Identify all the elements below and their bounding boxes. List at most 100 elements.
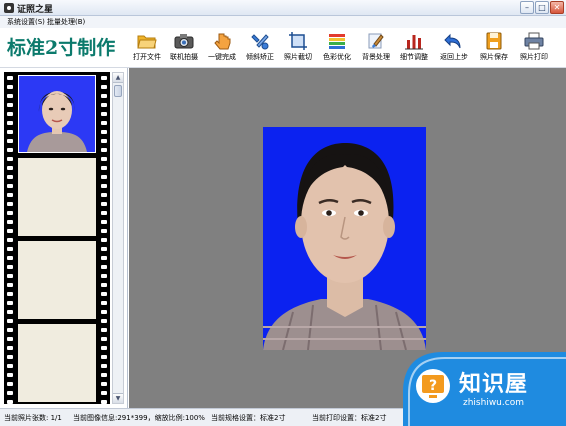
title-bar: 证照之星 – □ ✕ bbox=[0, 0, 566, 16]
film-sprocket-hole bbox=[7, 265, 13, 269]
film-sprocket-hole bbox=[7, 85, 13, 89]
film-sprocket-hole bbox=[7, 157, 13, 161]
film-sprocket-hole bbox=[7, 256, 13, 260]
film-sprocket-hole bbox=[101, 265, 107, 269]
film-sprocket-hole bbox=[7, 364, 13, 368]
print-photo-button[interactable]: 照片打印 bbox=[514, 32, 554, 64]
scroll-thumb[interactable] bbox=[114, 85, 122, 97]
film-sprocket-hole bbox=[7, 103, 13, 107]
film-sprocket-hole bbox=[7, 382, 13, 386]
empty-frame[interactable] bbox=[18, 324, 96, 402]
undo-button[interactable]: 返回上步 bbox=[434, 32, 474, 64]
film-sprocket-hole bbox=[7, 184, 13, 188]
film-sprocket-hole bbox=[7, 229, 13, 233]
background-process-button[interactable]: 背景处理 bbox=[356, 32, 396, 64]
film-sprocket-hole bbox=[101, 148, 107, 152]
film-sprocket-hole bbox=[101, 211, 107, 215]
film-sprocket-hole bbox=[7, 355, 13, 359]
camera-icon bbox=[174, 34, 194, 49]
film-sprocket-hole bbox=[101, 373, 107, 377]
scroll-down-arrow-icon[interactable]: ▼ bbox=[113, 393, 123, 403]
film-sprocket-hole bbox=[7, 292, 13, 296]
film-sprocket-hole bbox=[7, 193, 13, 197]
empty-frame[interactable] bbox=[18, 158, 96, 236]
film-sprocket-hole bbox=[101, 274, 107, 278]
printer-icon bbox=[524, 32, 544, 50]
empty-frame[interactable] bbox=[18, 241, 96, 319]
online-shoot-label: 联机拍摄 bbox=[170, 53, 198, 61]
film-sprocket-hole bbox=[7, 238, 13, 242]
film-sprocket-hole bbox=[101, 328, 107, 332]
thumbnail-portrait bbox=[27, 91, 87, 152]
color-optimize-label: 色彩优化 bbox=[323, 53, 351, 61]
thumbnail-scrollbar[interactable]: ▲ ▼ bbox=[112, 72, 124, 404]
tilt-correct-button[interactable]: 倾斜矫正 bbox=[240, 32, 280, 64]
film-sprocket-hole bbox=[101, 346, 107, 350]
page-title: 标准2寸制作 bbox=[7, 37, 116, 59]
film-sprocket-hole bbox=[101, 85, 107, 89]
film-sprocket-hole bbox=[101, 112, 107, 116]
film-sprocket-hole bbox=[7, 130, 13, 134]
window-controls: – □ ✕ bbox=[520, 1, 564, 14]
film-sprocket-hole bbox=[7, 283, 13, 287]
crop-button[interactable]: 照片截切 bbox=[278, 32, 318, 64]
svg-text:?: ? bbox=[429, 378, 437, 394]
film-sprocket-hole bbox=[101, 292, 107, 296]
film-sprocket-hole bbox=[101, 301, 107, 305]
online-shoot-button[interactable]: 联机拍摄 bbox=[164, 32, 204, 64]
detail-adjust-button[interactable]: 细节调整 bbox=[394, 32, 434, 64]
site-watermark: ? 知识屋 zhishiwu.com bbox=[403, 352, 566, 426]
film-sprocket-hole bbox=[101, 337, 107, 341]
photo-thumbnail[interactable] bbox=[18, 75, 96, 153]
color-optimize-button[interactable]: 色彩优化 bbox=[317, 32, 357, 64]
spec-setting-status: 当前规格设置：标准2寸 bbox=[211, 414, 286, 422]
film-sprocket-hole bbox=[7, 346, 13, 350]
scroll-up-arrow-icon[interactable]: ▲ bbox=[113, 73, 123, 83]
film-sprocket-hole bbox=[101, 238, 107, 242]
film-sprocket-hole bbox=[101, 382, 107, 386]
open-file-button[interactable]: 打开文件 bbox=[127, 32, 167, 64]
film-sprocket-hole bbox=[101, 355, 107, 359]
film-sprocket-hole bbox=[7, 247, 13, 251]
film-sprocket-hole bbox=[7, 310, 13, 314]
close-button[interactable]: ✕ bbox=[550, 1, 564, 14]
film-sprocket-hole bbox=[101, 229, 107, 233]
brush-icon bbox=[368, 33, 384, 49]
watermark-url: zhishiwu.com bbox=[463, 398, 524, 408]
watermark-title: 知识屋 bbox=[459, 372, 529, 397]
hand-pointer-icon bbox=[214, 33, 231, 50]
film-sprocket-hole bbox=[7, 112, 13, 116]
film-sprocket-hole bbox=[101, 175, 107, 179]
one-click-button[interactable]: 一键完成 bbox=[202, 32, 242, 64]
film-sprocket-hole bbox=[7, 166, 13, 170]
folder-open-icon bbox=[137, 35, 157, 49]
film-sprocket-hole bbox=[101, 220, 107, 224]
film-sprocket-hole bbox=[101, 184, 107, 188]
toolbar: 标准2寸制作 打开文件 联机拍摄 一键完成 倾斜矫正 照片截切 色彩优化 背景处… bbox=[0, 28, 566, 68]
save-photo-label: 照片保存 bbox=[480, 53, 508, 61]
film-sprocket-hole bbox=[7, 319, 13, 323]
film-sprocket-hole bbox=[101, 202, 107, 206]
undo-arrow-icon bbox=[444, 33, 461, 49]
film-sprocket-hole bbox=[7, 328, 13, 332]
open-file-label: 打开文件 bbox=[133, 53, 161, 61]
minimize-button[interactable]: – bbox=[520, 1, 534, 14]
film-sprocket-hole bbox=[7, 220, 13, 224]
film-sprocket-hole bbox=[7, 175, 13, 179]
maximize-button[interactable]: □ bbox=[535, 1, 549, 14]
menu-system-settings[interactable]: 系统设置(S) bbox=[7, 17, 45, 27]
save-photo-button[interactable]: 照片保存 bbox=[474, 32, 514, 64]
crop-icon bbox=[289, 32, 307, 50]
thumbnail-panel: ▲ ▼ bbox=[0, 68, 128, 408]
photo-count-status: 当前照片张数: 1/1 bbox=[4, 414, 62, 422]
adjust-bars-icon bbox=[405, 35, 423, 50]
film-sprocket-hole bbox=[7, 121, 13, 125]
color-bars-icon bbox=[329, 34, 345, 49]
film-sprocket-hole bbox=[101, 103, 107, 107]
menu-batch-processing[interactable]: 批量处理(B) bbox=[47, 17, 85, 27]
passport-photo[interactable] bbox=[263, 127, 426, 350]
one-click-label: 一键完成 bbox=[208, 53, 236, 61]
film-sprocket-hole bbox=[101, 247, 107, 251]
film-sprocket-hole bbox=[101, 166, 107, 170]
film-sprocket-hole bbox=[101, 256, 107, 260]
